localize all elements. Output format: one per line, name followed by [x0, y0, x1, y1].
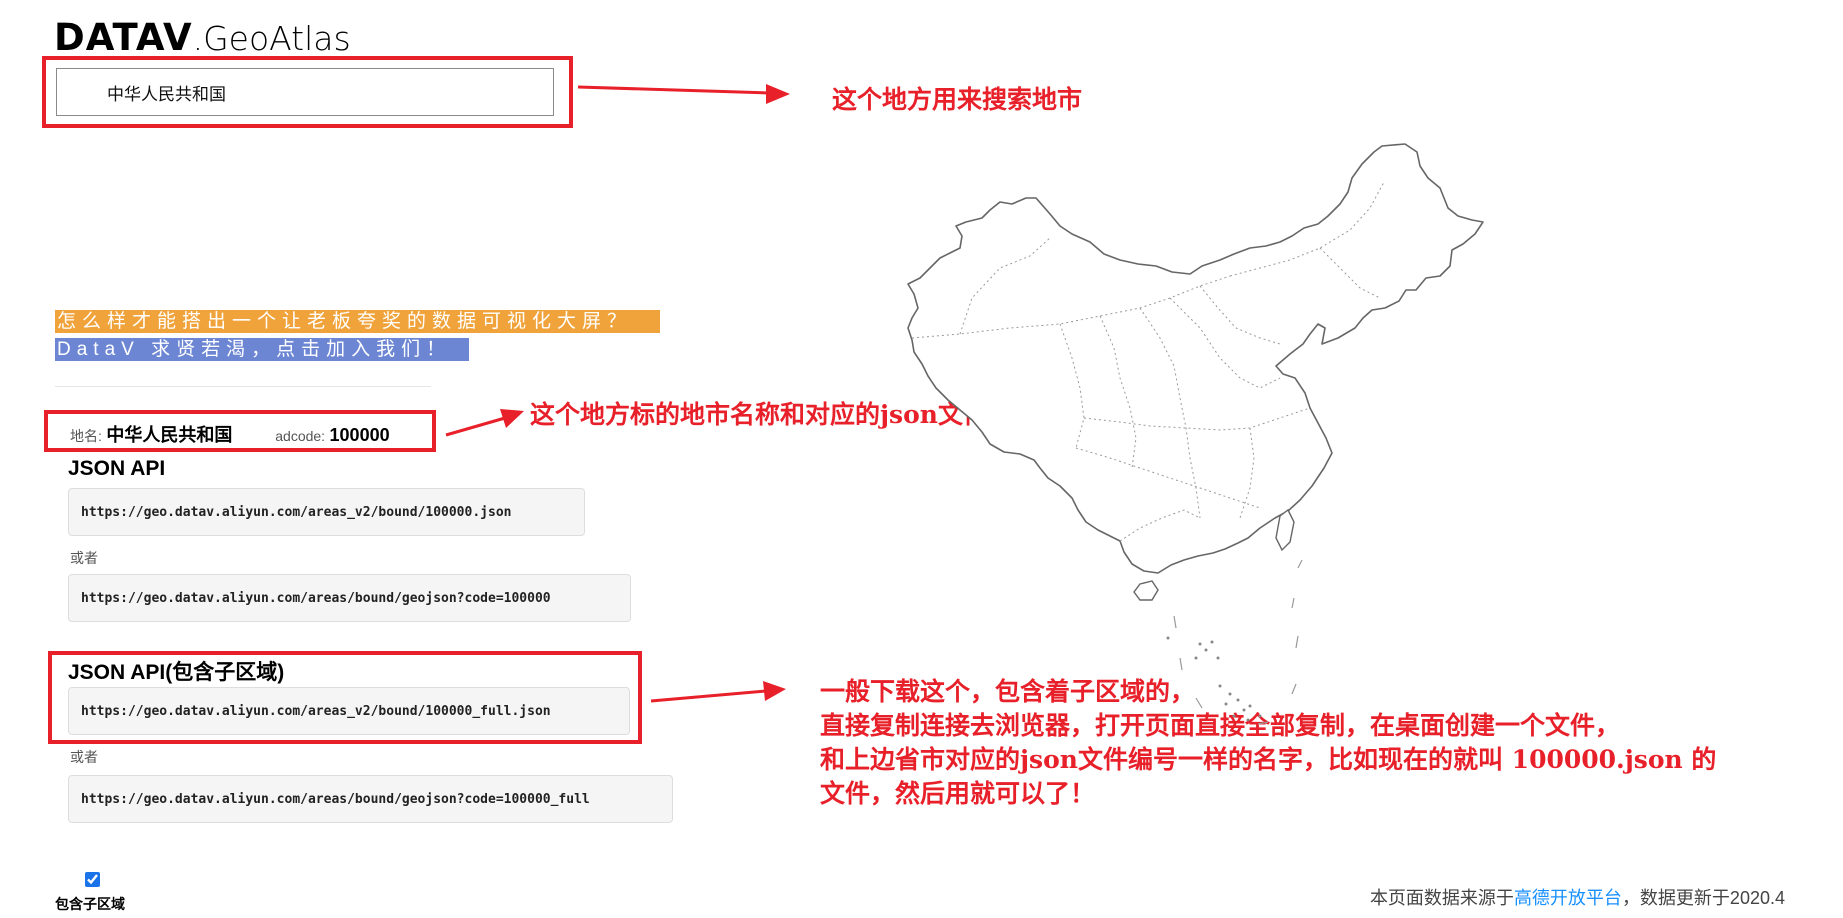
arrow-meta-head: [500, 409, 524, 428]
arrow-search: [577, 85, 771, 95]
amap-open-platform-link[interactable]: 高德开放平台: [1514, 888, 1622, 908]
footer-suffix: ，数据更新于2020.4: [1621, 888, 1785, 908]
footer-source: 本页面数据来源于高德开放平台，数据更新于2020.4: [1370, 884, 1785, 910]
arrow-search-head: [766, 84, 790, 104]
south-china-sea-islands: [1166, 636, 1262, 722]
footer-prefix: 本页面数据来源于: [1369, 888, 1514, 908]
download-annotation-line4: 文件，然后用就可以了！: [820, 779, 1096, 808]
arrow-download-head: [763, 681, 786, 701]
search-annotation: 这个地方用来搜索地市: [832, 85, 1083, 114]
china-outline: [907, 143, 1484, 574]
china-map[interactable]: [900, 138, 1540, 728]
arrow-download: [650, 689, 767, 703]
download-annotation-line3: 和上边省市对应的json文件编号一样的名字，比如现在的就叫 100000.jso…: [820, 745, 1717, 774]
hainan-island: [1133, 580, 1159, 601]
arrow-meta: [445, 416, 506, 437]
